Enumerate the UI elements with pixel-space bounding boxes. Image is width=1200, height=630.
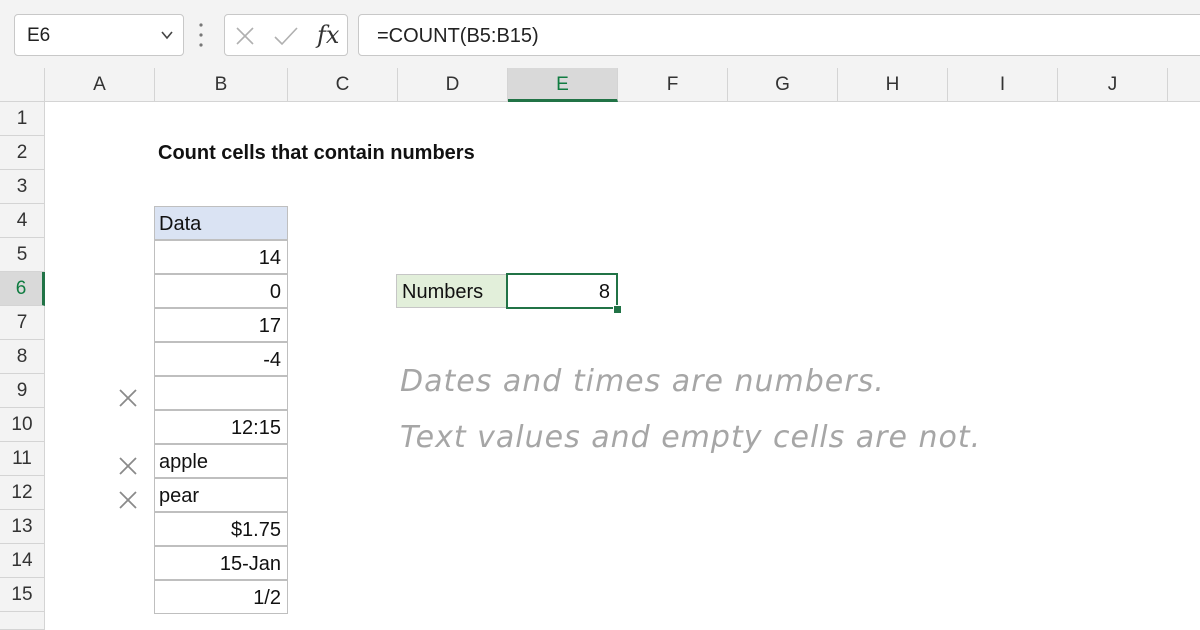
row-header-14[interactable]: 14 [0, 544, 45, 578]
column-header-c[interactable]: C [288, 68, 398, 102]
more-options-icon[interactable] [199, 22, 203, 48]
formula-text: =COUNT(B5:B15) [377, 25, 539, 47]
row-header-6[interactable]: 6 [0, 272, 45, 306]
column-header-h[interactable]: H [838, 68, 948, 102]
x-mark-icon [119, 389, 137, 407]
fill-handle[interactable] [613, 305, 622, 314]
row-header-15[interactable]: 15 [0, 578, 45, 612]
column-header-a[interactable]: A [45, 68, 155, 102]
row-header-4[interactable]: 4 [0, 204, 45, 238]
formula-input[interactable]: =COUNT(B5:B15) [358, 14, 1200, 56]
chevron-down-icon[interactable] [161, 29, 173, 41]
name-box-value: E6 [27, 25, 51, 46]
enter-check-icon[interactable] [273, 26, 299, 46]
row-header-11[interactable]: 11 [0, 442, 45, 476]
row-header-9[interactable]: 9 [0, 374, 45, 408]
row-header-5[interactable]: 5 [0, 238, 45, 272]
column-header-j[interactable]: J [1058, 68, 1168, 102]
data-cell-b15[interactable]: 1/2 [154, 580, 288, 614]
row-header-8[interactable]: 8 [0, 340, 45, 374]
column-header-g[interactable]: G [728, 68, 838, 102]
data-cell-b9[interactable] [154, 376, 288, 410]
column-header-i[interactable]: I [948, 68, 1058, 102]
row-header-3[interactable]: 3 [0, 170, 45, 204]
data-cell-b8[interactable]: -4 [154, 342, 288, 376]
data-header-cell[interactable]: Data [154, 206, 288, 240]
active-cell-e6[interactable]: 8 [506, 273, 618, 309]
row-header-7[interactable]: 7 [0, 306, 45, 340]
data-cell-b13[interactable]: $1.75 [154, 512, 288, 546]
note-line-2: Text values and empty cells are not. [400, 420, 982, 455]
data-cell-b7[interactable]: 17 [154, 308, 288, 342]
data-cell-b6[interactable]: 0 [154, 274, 288, 308]
name-box[interactable]: E6 [14, 14, 184, 56]
cancel-icon[interactable] [235, 26, 255, 46]
row-header-2[interactable]: 2 [0, 136, 45, 170]
column-header-b[interactable]: B [155, 68, 288, 102]
row-header-1[interactable]: 1 [0, 102, 45, 136]
data-cell-b14[interactable]: 15-Jan [154, 546, 288, 580]
row-header-12[interactable]: 12 [0, 476, 45, 510]
formula-controls: fx [224, 14, 348, 56]
row-header-10[interactable]: 10 [0, 408, 45, 442]
sheet-title[interactable]: Count cells that contain numbers [158, 136, 475, 170]
row-header-13[interactable]: 13 [0, 510, 45, 544]
insert-function-icon[interactable]: fx [317, 21, 339, 49]
column-header-d[interactable]: D [398, 68, 508, 102]
row-header-16[interactable] [0, 612, 45, 630]
data-cell-b10[interactable]: 12:15 [154, 410, 288, 444]
x-mark-icon [119, 457, 137, 475]
formula-bar: E6 fx =COUNT(B5:B15) [0, 0, 1200, 68]
data-cell-b12[interactable]: pear [154, 478, 288, 512]
column-header-e[interactable]: E [508, 68, 618, 102]
note-line-1: Dates and times are numbers. [400, 364, 885, 399]
data-cell-b11[interactable]: apple [154, 444, 288, 478]
select-all-corner[interactable] [0, 68, 45, 102]
data-cell-b5[interactable]: 14 [154, 240, 288, 274]
numbers-label-cell[interactable]: Numbers [396, 274, 507, 308]
column-header-f[interactable]: F [618, 68, 728, 102]
column-header-k[interactable] [1168, 68, 1200, 102]
x-mark-icon [119, 491, 137, 509]
